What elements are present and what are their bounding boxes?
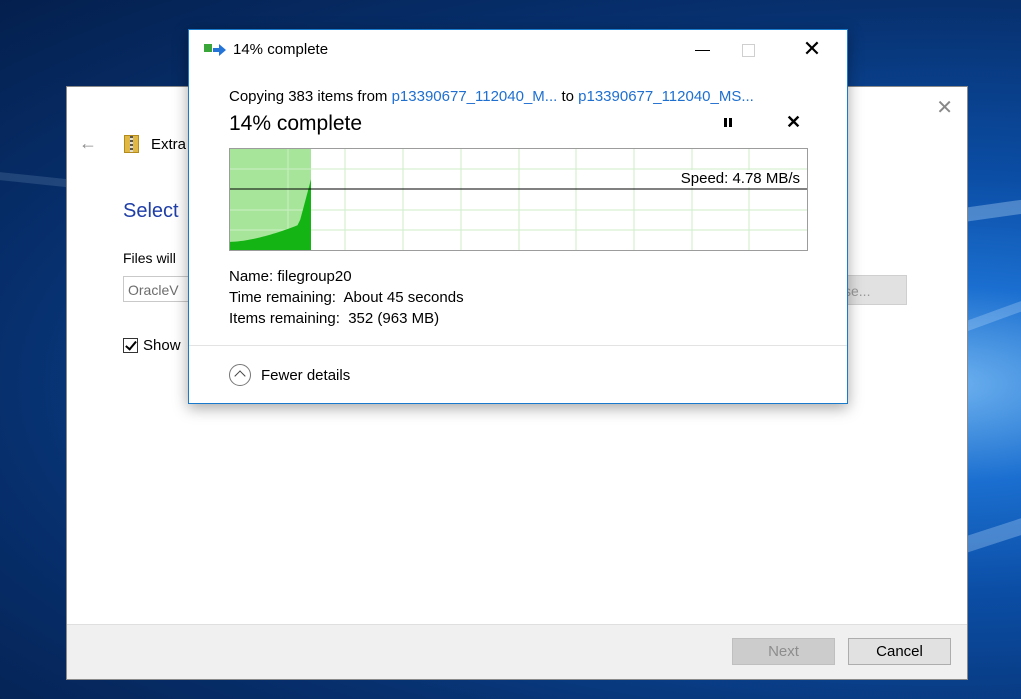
copying-prefix: Copying 383 items from <box>229 88 392 105</box>
divider <box>189 345 847 346</box>
next-button[interactable]: Next <box>732 638 835 665</box>
show-files-checkbox-row[interactable]: Show <box>123 337 181 354</box>
percent-complete: 14% complete <box>229 112 363 135</box>
time-label: Time remaining: <box>229 289 336 306</box>
files-label: Files will <box>123 250 176 266</box>
destination-link[interactable]: p13390677_112040_MS... <box>578 88 754 105</box>
minimize-button[interactable] <box>679 30 725 70</box>
cancel-copy-icon[interactable]: ✕ <box>786 112 801 133</box>
name-value: filegroup20 <box>277 268 352 285</box>
to-word: to <box>557 88 579 105</box>
maximize-button[interactable] <box>725 30 771 70</box>
wizard-close-icon[interactable]: ✕ <box>936 95 953 120</box>
cancel-button[interactable]: Cancel <box>848 638 951 665</box>
time-row: Time remaining: About 45 seconds <box>229 287 464 308</box>
speed-graph-svg <box>230 149 807 250</box>
copy-details: Name: filegroup20 Time remaining: About … <box>229 266 464 329</box>
time-value: About 45 seconds <box>343 289 464 306</box>
window-title: 14% complete <box>233 41 329 58</box>
close-icon: ✕ <box>802 36 822 61</box>
name-row: Name: filegroup20 <box>229 266 464 287</box>
wizard-title: Extra <box>151 136 187 153</box>
name-label: Name: <box>229 268 274 285</box>
show-files-label: Show <box>143 337 181 354</box>
maximize-icon <box>741 43 755 57</box>
show-files-checkbox[interactable] <box>123 338 138 353</box>
fewer-details-label: Fewer details <box>261 366 351 384</box>
zip-folder-icon <box>124 135 139 153</box>
items-label: Items remaining: <box>229 310 340 327</box>
file-copy-icon <box>204 43 226 57</box>
titlebar[interactable]: 14% complete ✕ <box>189 30 847 70</box>
copying-description: Copying 383 items from p13390677_112040_… <box>229 88 754 105</box>
close-button[interactable]: ✕ <box>789 30 835 70</box>
wizard-footer: Next Cancel <box>67 624 967 679</box>
transfer-speed-graph: Speed: 4.78 MB/s <box>229 148 808 251</box>
copy-progress-dialog: 14% complete ✕ Copying 383 items from p1… <box>188 29 848 404</box>
items-value: 352 (963 MB) <box>348 310 440 327</box>
items-row: Items remaining: 352 (963 MB) <box>229 308 464 329</box>
minimize-icon <box>694 49 710 51</box>
chevron-up-icon <box>229 364 251 386</box>
pause-button[interactable] <box>721 116 735 130</box>
source-link[interactable]: p13390677_112040_M... <box>392 88 558 105</box>
wizard-heading: Select <box>123 200 179 222</box>
back-arrow-icon[interactable]: ← <box>79 133 97 154</box>
fewer-details-toggle[interactable]: Fewer details <box>229 364 350 386</box>
speed-label: Speed: 4.78 MB/s <box>678 170 800 187</box>
